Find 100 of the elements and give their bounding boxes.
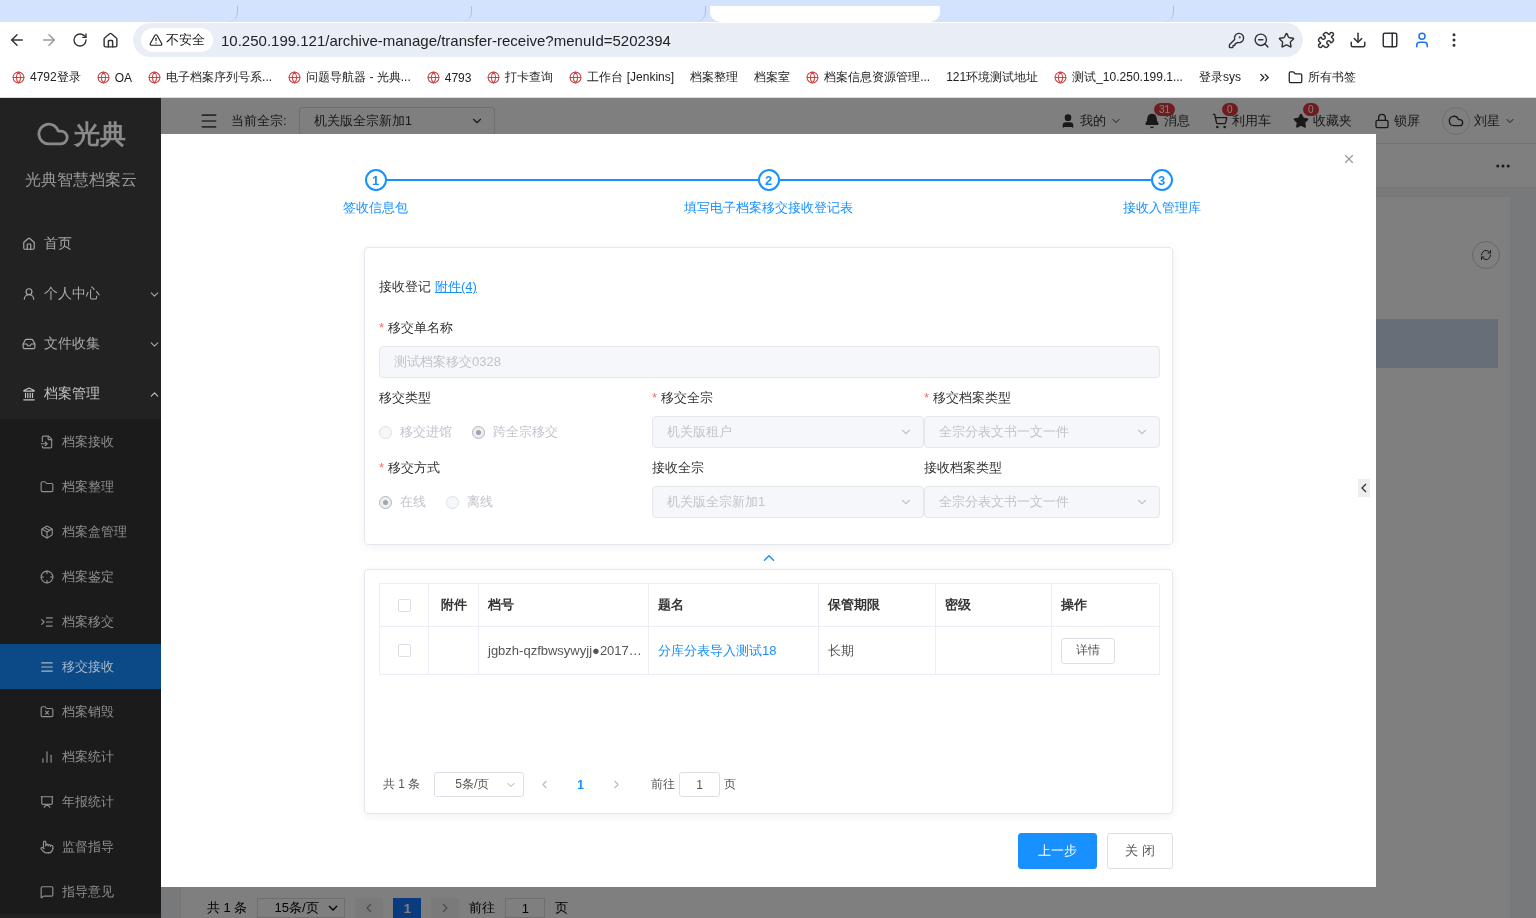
page-input[interactable]: 1 — [679, 772, 721, 797]
folder-x-icon — [40, 704, 54, 719]
collapse-handle[interactable] — [1358, 479, 1370, 497]
bookmark[interactable]: 电子档案序列号系... — [148, 69, 273, 86]
star-icon[interactable] — [1278, 31, 1295, 49]
board-icon — [40, 794, 54, 809]
table-header-cell: 题名 — [649, 584, 819, 627]
page-input[interactable]: 1 — [505, 898, 546, 918]
close-icon — [1342, 152, 1356, 166]
globe-icon — [12, 71, 25, 84]
globe-icon — [426, 71, 440, 84]
table-cell: 长期 — [819, 627, 936, 675]
field-label: 移交类型 — [379, 389, 432, 407]
page-size-select[interactable]: 5条/页 — [434, 772, 525, 797]
globe-icon — [148, 71, 162, 84]
key-icon[interactable] — [1228, 31, 1245, 49]
submenu-item[interactable]: 监督指导 — [0, 824, 161, 869]
previous-step-button[interactable]: 上一步 — [1018, 833, 1098, 869]
close-dialog-button[interactable]: 关 闭 — [1107, 833, 1173, 869]
count-badge: 0 — [1222, 102, 1238, 116]
message-icon — [40, 884, 54, 899]
close-button[interactable] — [1342, 152, 1356, 166]
chevron-down-icon — [328, 905, 339, 911]
bookmark[interactable]: 测试_10.250.199.1... — [1054, 69, 1183, 86]
reload-icon[interactable] — [72, 32, 88, 48]
crosshair-icon — [40, 569, 54, 584]
menu-item[interactable]: 首页 — [0, 219, 161, 269]
home-icon — [22, 237, 36, 251]
user-menu[interactable]: 刘星 — [1442, 106, 1516, 135]
table-header-cell: 密级 — [936, 584, 1052, 627]
bookmark[interactable]: 工作台 [Jenkins] — [569, 69, 675, 86]
submenu-item[interactable]: 档案统计 — [0, 734, 161, 779]
refresh-icon — [1480, 249, 1492, 261]
home-icon[interactable] — [102, 31, 119, 49]
submenu-item[interactable]: 档案移交 — [0, 599, 161, 644]
address-bar[interactable]: 不安全 10.250.199.121/archive-manage/transfer-receive?menuId=5202394 — [133, 23, 1303, 57]
menu-item[interactable]: 文件收集 — [0, 319, 161, 369]
product-name: 光典智慧档案云 — [23, 170, 138, 190]
bookmark[interactable]: 档案室 — [754, 69, 791, 86]
submenu-item[interactable]: 档案销毁 — [0, 689, 161, 734]
title-link[interactable]: 分库分表导入测试18 — [658, 641, 777, 660]
side-panel-icon[interactable] — [1381, 31, 1399, 49]
list-icon — [40, 659, 54, 674]
folder-icon — [1287, 70, 1303, 85]
field-label: 接收档案类型 — [924, 459, 1003, 477]
attachment-link[interactable]: 附件(4) — [435, 278, 477, 296]
submenu-item[interactable]: 档案接收 — [0, 419, 161, 464]
page-size-select[interactable]: 15条/页 — [257, 898, 346, 918]
bookmark[interactable]: 问题导航器 - 光典... — [288, 69, 411, 86]
submenu-item[interactable]: 指导意见 — [0, 869, 161, 914]
bookmark-folder[interactable]: 所有书签 — [1287, 69, 1356, 86]
details-button[interactable]: 详情 — [1061, 637, 1115, 664]
forward-arrow-icon[interactable] — [40, 31, 58, 49]
globe-icon — [569, 71, 583, 84]
chevron-left-icon — [366, 903, 373, 913]
bell-icon — [1144, 112, 1160, 129]
field-label: 接收全宗 — [652, 459, 705, 477]
menu-item[interactable]: 档案管理 — [0, 369, 161, 419]
menu-item[interactable]: 个人中心 — [0, 269, 161, 319]
submenu-item[interactable]: 年报统计 — [0, 779, 161, 824]
bookmark[interactable]: OA — [96, 70, 133, 85]
step-label: 接收入管理库 — [1122, 199, 1201, 217]
submenu-item[interactable]: 档案整理 — [0, 464, 161, 509]
submenu-item[interactable]: 档案盒管理 — [0, 509, 161, 554]
cart-icon — [1212, 112, 1228, 129]
security-chip[interactable]: 不安全 — [141, 28, 213, 52]
bookmark[interactable]: 档案整理 — [690, 69, 739, 86]
checkbox[interactable] — [397, 598, 411, 612]
globe-icon — [288, 71, 302, 84]
profile-icon[interactable] — [1413, 31, 1431, 49]
step-number: 3 — [1150, 169, 1173, 191]
table-header-cell: 操作 — [1052, 584, 1160, 627]
bookmark[interactable]: 121环境测试地址 — [946, 69, 1039, 86]
goto-label: 前往 — [469, 899, 496, 917]
page-suffix: 页 — [555, 899, 569, 917]
bookmark[interactable]: 登录sys — [1198, 69, 1241, 86]
warning-icon — [149, 33, 163, 47]
bookmark[interactable]: 4792登录 — [12, 69, 81, 86]
total-text: 共 1 条 — [207, 899, 248, 917]
submenu-item[interactable]: 移交接收 — [0, 644, 161, 689]
bank-icon — [22, 387, 36, 401]
download-icon[interactable] — [1349, 31, 1367, 49]
hand-icon — [40, 839, 54, 854]
table-cell: jgbzh-qzfbwsywyjj●2017… — [479, 627, 649, 675]
zoom-icon[interactable] — [1253, 31, 1270, 49]
submenu-item[interactable]: 档案鉴定 — [0, 554, 161, 599]
header-action[interactable]: 我的 — [1060, 111, 1122, 130]
page-number[interactable]: 1 — [565, 777, 597, 792]
bookmark[interactable]: 档案信息资源管理... — [806, 69, 931, 86]
bookmark[interactable]: 4793 — [426, 70, 472, 85]
goto-label: 前往 — [651, 776, 676, 793]
checkbox[interactable] — [397, 644, 411, 657]
chevron-left-icon — [1361, 483, 1367, 493]
puzzle-icon[interactable] — [1317, 31, 1335, 49]
total-text: 共 1 条 — [383, 776, 421, 793]
tray-icon — [22, 337, 36, 351]
header-action[interactable]: 锁屏 — [1374, 111, 1420, 130]
bookmark[interactable]: 打卡查询 — [487, 69, 554, 86]
star-icon — [1293, 112, 1309, 129]
bar-chart-icon — [40, 749, 54, 764]
